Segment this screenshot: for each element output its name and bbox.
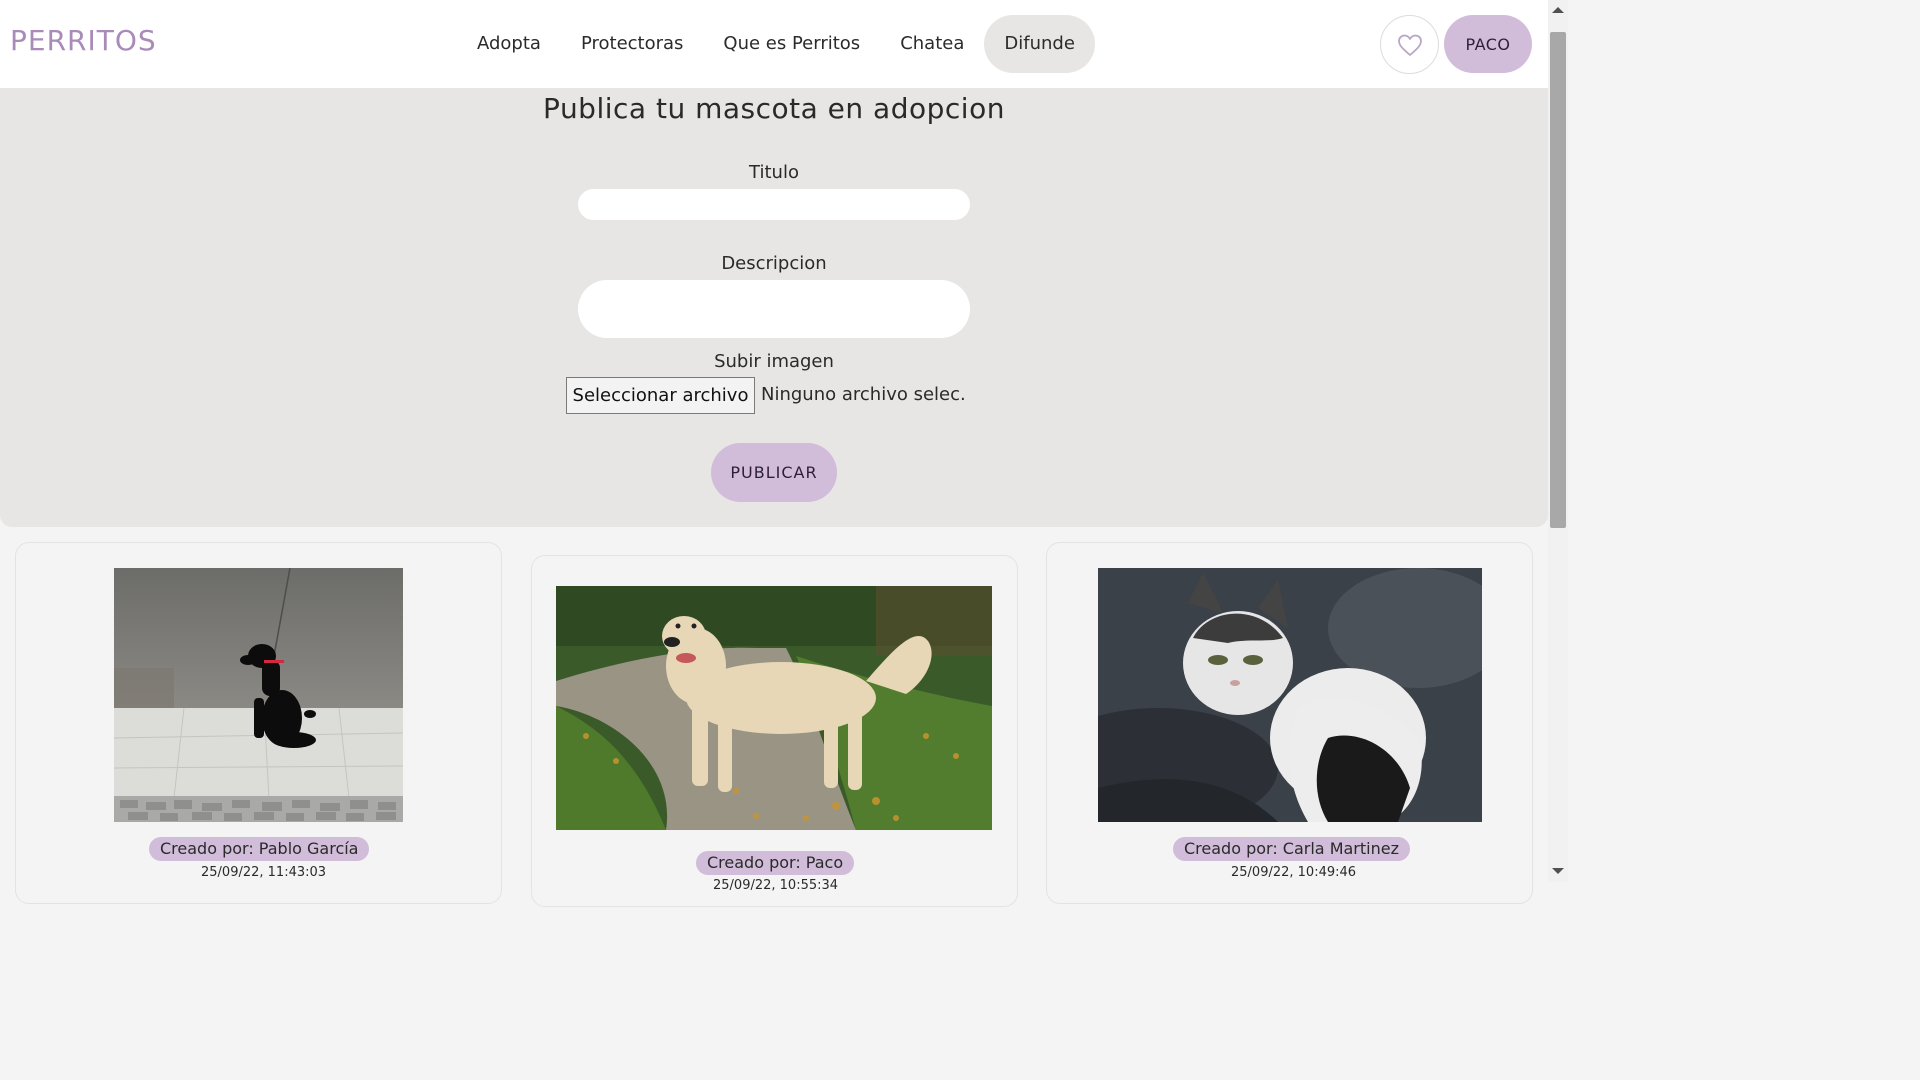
post-author-badge: Creado por: Pablo García [149,837,370,861]
heart-icon [1397,34,1422,56]
post-image-black-dog [114,568,403,822]
nav-adopta[interactable]: Adopta [457,15,561,73]
nav-chatea[interactable]: Chatea [880,15,984,73]
post-card[interactable]: Creado por: Paco 25/09/22, 10:55:34 [531,555,1018,907]
title-label: Titulo [749,162,799,183]
post-image-golden-retriever [556,586,992,830]
description-label: Descripcion [721,253,827,274]
post-card[interactable]: Creado por: Carla Martinez 25/09/22, 10:… [1046,542,1533,904]
scroll-up-arrow-icon[interactable] [1552,7,1564,13]
description-input[interactable] [578,280,970,338]
nav-difunde[interactable]: Difunde [984,15,1095,73]
title-input[interactable] [578,189,970,220]
nav-protectoras[interactable]: Protectoras [561,15,703,73]
image-upload-label: Subir imagen [714,351,834,372]
post-author-badge: Creado por: Paco [696,851,855,875]
post-timestamp: 25/09/22, 11:43:03 [201,865,327,880]
post-timestamp: 25/09/22, 10:55:34 [713,878,839,893]
main-nav: Adopta Protectoras Que es Perritos Chate… [457,15,1095,73]
scrollbar-thumb[interactable] [1550,32,1566,528]
scroll-down-arrow-icon[interactable] [1552,868,1564,874]
top-navbar: PERRITOS Adopta Protectoras Que es Perri… [0,0,1548,88]
post-timestamp: 25/09/22, 10:49:46 [1231,865,1357,880]
favorites-button[interactable] [1380,15,1439,74]
post-card[interactable]: Creado por: Pablo García 25/09/22, 11:43… [15,542,502,904]
choose-file-button[interactable]: Seleccionar archivo [566,377,755,414]
publish-button[interactable]: PUBLICAR [711,443,837,502]
file-status-text: Ninguno archivo selec. [761,384,966,405]
nav-que-es-perritos[interactable]: Que es Perritos [703,15,880,73]
post-image-kitten [1098,568,1482,822]
form-title: Publica tu mascota en adopcion [543,92,1005,125]
post-author-badge: Creado por: Carla Martinez [1173,837,1410,861]
user-menu-button[interactable]: PACO [1444,15,1532,73]
brand-logo[interactable]: PERRITOS [10,24,157,57]
